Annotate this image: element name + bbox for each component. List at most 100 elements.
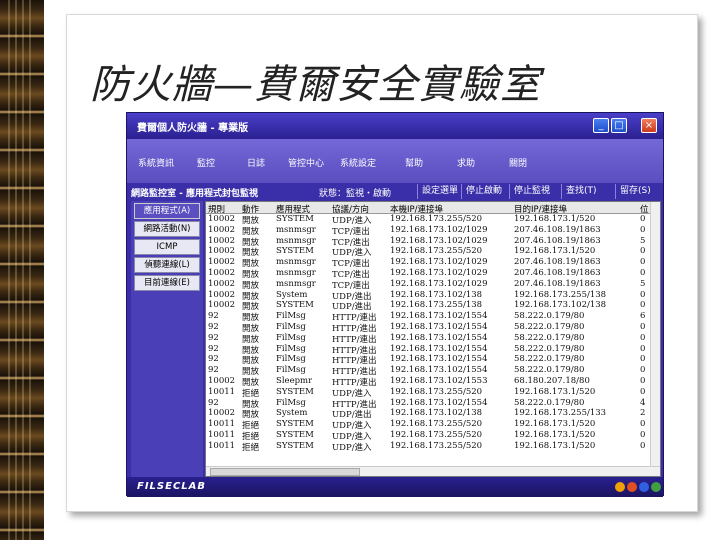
cell-app: FilMsg [276,354,306,365]
table-row[interactable]: 10002 開放 System UDP/進出 192.168.173.102/138 19… [206,289,660,302]
menu-monitor[interactable]: 監控 [183,155,229,173]
cell-rule: 10011 [208,430,236,440]
title-bar[interactable]: 費爾個人防火牆 - 專業版 _ □ × [127,113,663,139]
menu-control[interactable]: 管控中心 [283,155,329,173]
cell-remote: 207.46.108.19/1863 [514,257,601,268]
cell-local: 192.168.173.102/1029 [390,235,488,246]
settings-menu-button[interactable]: 設定選單 [417,184,462,199]
cell-rule: 10002 [208,235,236,246]
cell-remote: 192.168.173.255/138 [514,289,607,300]
cell-app: FilMsg [276,311,306,322]
cell-extra: 0 [640,322,646,332]
cell-local: 192.168.173.102/1029 [390,224,488,235]
table-row[interactable]: 10002 開放 SYSTEM UDP/進出 192.168.173.255/138 19… [206,300,660,312]
sidebar-item-icmp[interactable]: ICMP [134,239,200,255]
table-row[interactable]: 10011 拒絕 SYSTEM UDP/進入 192.168.173.255/520 19… [206,441,660,453]
cell-app: FilMsg [276,343,306,354]
cell-extra: 0 [640,376,646,386]
cell-local: 192.168.173.102/1553 [390,376,488,386]
cell-extra: 0 [640,300,646,311]
cell-remote: 58.222.0.179/80 [514,343,585,354]
menu-support[interactable]: 求助 [443,155,489,173]
table-row[interactable]: 10002 開放 SYSTEM UDP/進入 192.168.173.255/520 19… [206,214,660,226]
table-row[interactable]: 92 開放 FilMsg HTTP/連出 192.168.173.102/1554 58.… [206,354,660,366]
footer-bar: FILSECLAB [127,477,663,497]
table-row[interactable]: 92 開放 FilMsg HTTP/進出 192.168.173.102/1554 58.… [206,365,660,377]
find-button[interactable]: 查找(T) [561,184,601,199]
horizontal-scrollbar[interactable] [206,466,660,476]
stop-monitor-button[interactable]: 停止監視 [509,184,554,199]
table-row[interactable]: 92 開放 FilMsg HTTP/進出 192.168.173.102/1554 58.… [206,322,660,334]
cell-local: 192.168.173.102/1554 [390,311,488,322]
sidebar: 應用程式(A) 網路活動(N) ICMP 偵聽連線(L) 目前連線(E) [131,201,203,477]
table-row[interactable]: 10011 拒絕 SYSTEM UDP/進入 192.168.173.255/520 19… [206,430,660,442]
minimize-button[interactable]: _ [593,118,609,133]
cell-rule: 10002 [208,278,236,289]
sub-toolbar: 網路監控室 - 應用程式封包監視 狀態：監視・啟動 設定選單 停止啟動 停止監視… [127,183,663,201]
cell-app: msnmsgr [276,257,316,268]
cell-local: 192.168.173.102/1554 [390,332,488,343]
cell-remote: 192.168.173.1/520 [514,430,596,440]
cell-extra: 0 [640,246,646,257]
table-row[interactable]: 10002 開放 msnmsgr TCP/連出 192.168.173.102/1029… [206,278,660,291]
cell-extra: 0 [640,214,646,224]
table-row[interactable]: 10011 拒絕 SYSTEM UDP/進入 192.168.173.255/520 19… [206,386,660,399]
cell-local: 192.168.173.255/520 [390,214,483,224]
table-row[interactable]: 10002 開放 System UDP/進出 192.168.173.102/138 19… [206,408,660,420]
close-button[interactable]: × [641,118,657,133]
cell-remote: 207.46.108.19/1863 [514,278,601,289]
menu-close[interactable]: 關閉 [495,155,541,173]
cell-app: msnmsgr [276,268,316,278]
save-button[interactable]: 留存(S) [615,184,655,199]
stop-start-button[interactable]: 停止啟動 [461,184,506,199]
cell-rule: 10002 [208,408,236,419]
table-row[interactable]: 10002 開放 msnmsgr TCP/連出 192.168.173.102/1029… [206,224,660,237]
status-dot-1 [615,482,625,492]
table-row[interactable]: 10002 開放 Sleepmr HTTP/連出 192.168.173.102/155… [206,376,660,388]
cell-extra: 0 [640,354,646,365]
cell-extra: 6 [640,311,646,322]
cell-rule: 10011 [208,386,236,397]
cell-rule: 92 [208,397,219,408]
status-dot-3 [639,482,649,492]
table-row[interactable]: 92 開放 FilMsg HTTP/進出 192.168.173.102/1554 58.… [206,343,660,356]
menu-log[interactable]: 日誌 [233,155,279,173]
status-dot-4 [651,482,661,492]
cell-extra: 5 [640,235,646,246]
table-row[interactable]: 92 開放 FilMsg HTTP/連出 192.168.173.102/1554 58.… [206,311,660,323]
vertical-scrollbar[interactable] [650,202,660,476]
firewall-window: 費爾個人防火牆 - 專業版 _ □ × 系統資訊 監控 日誌 管控中心 系統設定… [126,112,664,497]
sidebar-item-network[interactable]: 網路活動(N) [134,221,200,237]
scroll-thumb[interactable] [210,468,360,476]
cell-local: 192.168.173.102/1554 [390,365,488,376]
table-row[interactable]: 92 開放 FilMsg HTTP/連出 192.168.173.102/1554 58.… [206,332,660,345]
table-row[interactable]: 10002 開放 msnmsgr TCP/連出 192.168.173.102/1029… [206,257,660,269]
cell-remote: 192.168.173.255/133 [514,408,607,419]
cell-app: FilMsg [276,322,306,332]
maximize-button[interactable]: □ [611,118,627,133]
table-row[interactable]: 10002 開放 SYSTEM UDP/進入 192.168.173.255/520 19… [206,246,660,258]
connection-table: 規則 動作 應用程式 協議/方向 本機IP/連接埠 目的IP/連接埠 位 100… [205,201,661,477]
table-header: 規則 動作 應用程式 協議/方向 本機IP/連接埠 目的IP/連接埠 位 [206,202,660,215]
cell-app: FilMsg [276,332,306,343]
sidebar-item-connections[interactable]: 目前連線(E) [134,275,200,291]
cell-app: SYSTEM [276,246,314,257]
cell-local: 192.168.173.255/520 [390,419,483,430]
cell-extra: 0 [640,386,646,397]
cell-remote: 192.168.173.1/520 [514,214,596,224]
cell-rule: 10002 [208,376,236,386]
menu-help[interactable]: 幫助 [391,155,437,173]
cell-remote: 58.222.0.179/80 [514,354,585,365]
cell-app: FilMsg [276,397,306,408]
table-row[interactable]: 92 開放 FilMsg HTTP/進出 192.168.173.102/1554 58.… [206,397,660,410]
table-row[interactable]: 10011 拒絕 SYSTEM UDP/進入 192.168.173.255/520 19… [206,419,660,431]
sidebar-item-listening[interactable]: 偵聽連線(L) [134,257,200,273]
cell-remote: 192.168.173.102/138 [514,300,607,311]
table-row[interactable]: 10002 開放 msnmsgr TCP/進出 192.168.173.102/1029… [206,235,660,248]
menu-system-info[interactable]: 系統資訊 [133,155,179,173]
cell-local: 192.168.173.102/1029 [390,278,488,289]
table-row[interactable]: 10002 開放 msnmsgr TCP/進出 192.168.173.102/1029… [206,268,660,280]
menu-settings[interactable]: 系統設定 [335,155,381,173]
sidebar-item-applications[interactable]: 應用程式(A) [134,203,200,219]
cell-app: SYSTEM [276,300,314,311]
